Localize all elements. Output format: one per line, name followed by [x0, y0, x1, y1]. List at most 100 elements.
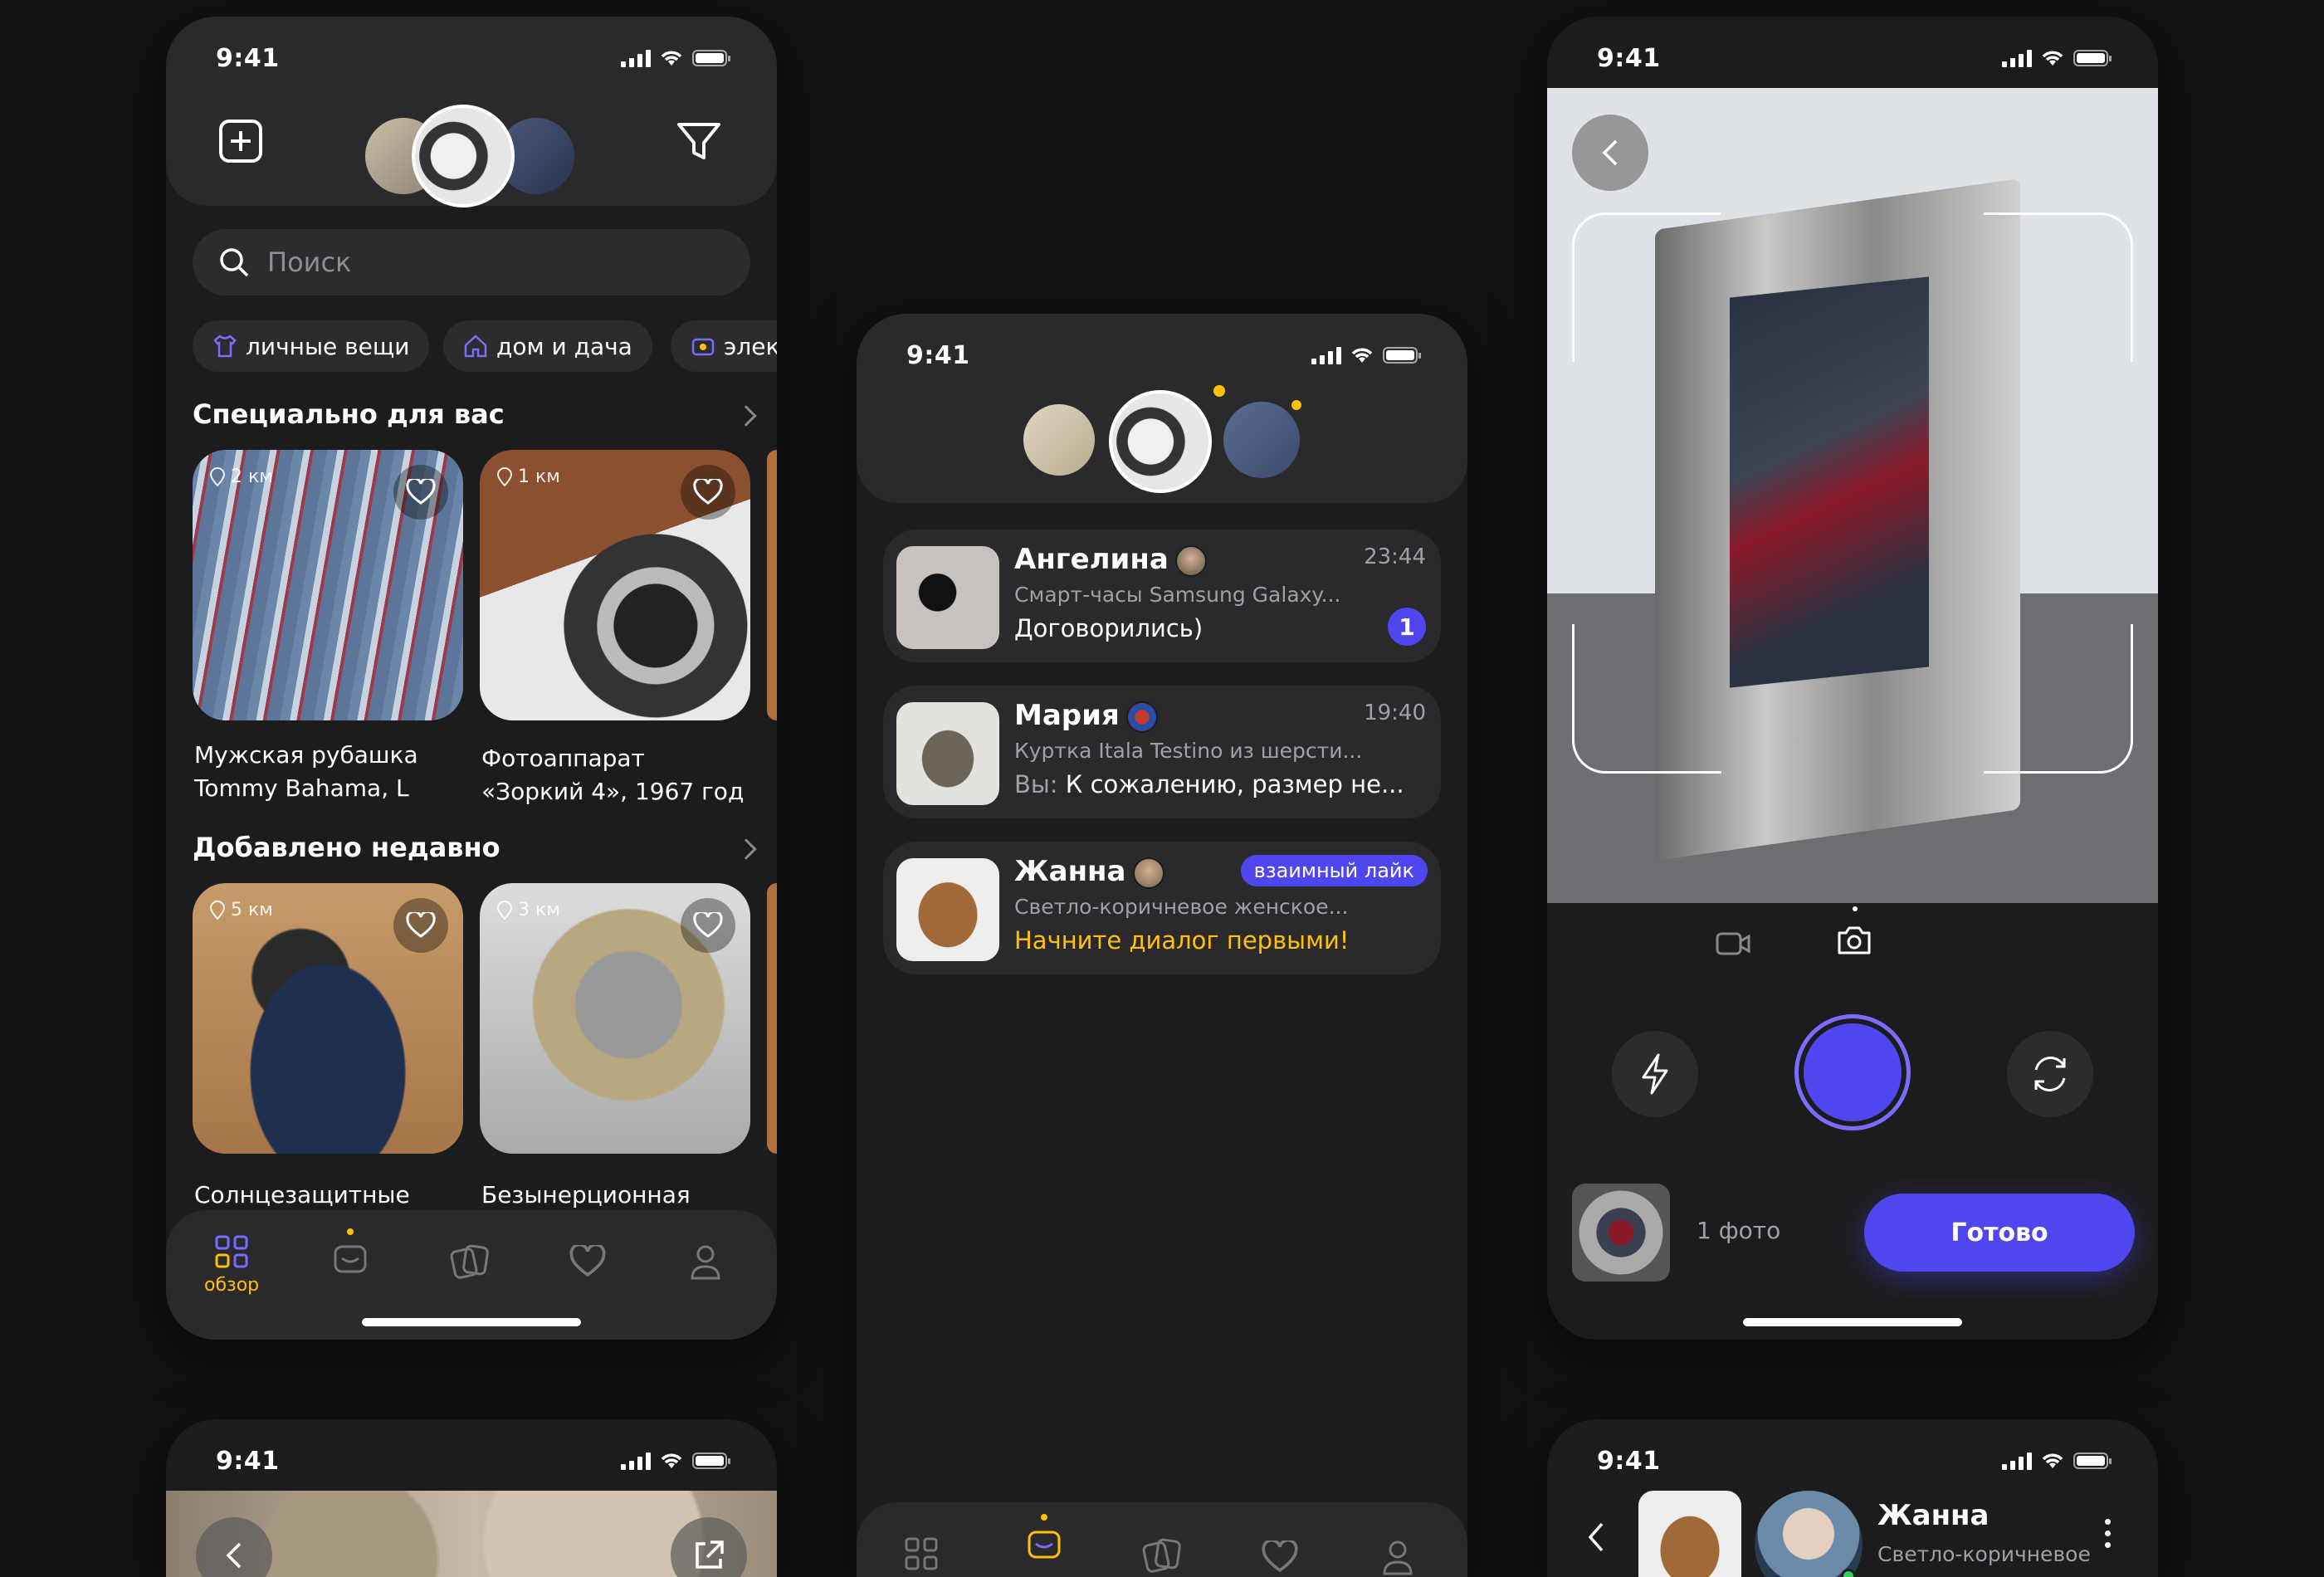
- tab-profile[interactable]: [689, 1243, 722, 1280]
- distance-label: 1 км: [496, 466, 560, 487]
- cards-icon[interactable]: [1140, 1537, 1184, 1574]
- wifi-icon: [2042, 51, 2063, 66]
- search-icon: [220, 248, 249, 277]
- stories-row[interactable]: [1021, 385, 1303, 493]
- chat-list-item[interactable]: Жанна взаимный лайк Светло-коричневое же…: [883, 842, 1441, 974]
- more-button[interactable]: [2105, 1519, 2111, 1548]
- chip-label: личные вещи: [246, 332, 410, 360]
- home-indicator: [1743, 1318, 1962, 1326]
- browse-screen: 9:41 Поиск личные вещи дом и дача элек С…: [166, 17, 777, 1340]
- story-thumb-active[interactable]: [412, 105, 515, 208]
- wifi-icon: [661, 1453, 682, 1468]
- product-title: Фотоаппарат «Зоркий 4», 1967 год: [481, 745, 745, 805]
- mode-video[interactable]: [1715, 930, 1751, 961]
- search-field[interactable]: Поиск: [193, 229, 750, 295]
- favorite-button[interactable]: [681, 898, 735, 953]
- chat-list-item[interactable]: Мария 19:40 Куртка Itala Testino из шерс…: [883, 686, 1441, 818]
- chip-label: элек: [724, 332, 777, 360]
- filter-icon: [677, 123, 720, 159]
- heart-icon[interactable]: [1262, 1540, 1298, 1574]
- chip-home[interactable]: дом и дача: [443, 320, 652, 372]
- inbox-icon[interactable]: [1026, 1526, 1062, 1562]
- story-thumb-active[interactable]: [1109, 390, 1212, 493]
- heart-icon: [569, 1245, 606, 1277]
- lightning-icon: [1642, 1053, 1668, 1095]
- chat-product-thumbnail[interactable]: [1638, 1491, 1741, 1577]
- favorite-button[interactable]: [393, 898, 448, 953]
- scan-frame: [1572, 212, 2133, 774]
- status-time: 9:41: [216, 1446, 280, 1476]
- signal-icon: [621, 1452, 651, 1470]
- video-camera-icon: [1716, 932, 1750, 955]
- camera-icon: [1838, 926, 1871, 954]
- product-card-image[interactable]: 5 км: [193, 883, 463, 1154]
- shutter-button[interactable]: [1794, 1014, 1911, 1130]
- location-pin-icon: [209, 466, 226, 487]
- location-pin-icon: [209, 900, 226, 920]
- grid-icon[interactable]: [903, 1536, 940, 1572]
- chevron-right-icon[interactable]: [735, 405, 757, 427]
- tab-swipe[interactable]: [448, 1243, 491, 1280]
- plus-square-icon: [219, 120, 262, 163]
- chat-screen: 9:41 Жанна Светло-коричневое женское пол…: [1547, 1419, 2158, 1577]
- grid-icon: [215, 1235, 248, 1268]
- favorite-button[interactable]: [681, 465, 735, 520]
- battery-icon: [1383, 347, 1421, 364]
- product-card-image-partial[interactable]: [767, 450, 777, 720]
- story-thumb[interactable]: [1223, 402, 1300, 478]
- back-button[interactable]: [1584, 1519, 1609, 1559]
- notification-dot: [1853, 906, 1858, 911]
- stories-row[interactable]: [365, 105, 581, 208]
- house-icon: [464, 334, 487, 358]
- camera-icon: [691, 338, 715, 356]
- notification-dot: [1291, 400, 1301, 410]
- distance-label: 2 км: [209, 466, 273, 487]
- heart-icon: [406, 912, 436, 938]
- cards-icon: [450, 1244, 489, 1279]
- search-placeholder: Поиск: [267, 247, 352, 278]
- chat-item-subject: Куртка Itala Testino из шерсти...: [1014, 739, 1363, 763]
- signal-icon: [2002, 1452, 2032, 1470]
- chat-product-subject: Светло-коричневое женское полупальто: [1877, 1542, 2107, 1577]
- chat-user-name: Жанна: [1877, 1499, 1990, 1532]
- avatar[interactable]: [1755, 1491, 1863, 1577]
- status-bar: 9:41: [1547, 17, 2158, 100]
- chat-item-last-message: Вы: К сожалению, размер не...: [1014, 770, 1404, 798]
- favorite-button[interactable]: [393, 465, 448, 520]
- user-icon: [691, 1245, 720, 1280]
- chip-electronics[interactable]: элек: [671, 320, 777, 372]
- flash-button[interactable]: [1612, 1031, 1698, 1117]
- chip-personal[interactable]: личные вещи: [193, 320, 430, 372]
- product-card-image[interactable]: 3 км: [480, 883, 750, 1154]
- switch-camera-button[interactable]: [2007, 1031, 2093, 1117]
- tab-bar: обзор: [166, 1210, 777, 1340]
- product-card-image-partial[interactable]: [767, 883, 777, 1154]
- chat-item-subject: Светло-коричневое женское...: [1014, 895, 1349, 919]
- back-button[interactable]: [1572, 115, 1648, 191]
- user-icon[interactable]: [1381, 1539, 1414, 1575]
- chat-item-thumbnail: [896, 546, 999, 649]
- messages-screen: 9:41 Ангелина 23:44 Смарт-часы Samsung G…: [857, 314, 1467, 1577]
- heart-icon: [693, 479, 723, 505]
- tab-messages[interactable]: [332, 1228, 369, 1277]
- done-button[interactable]: Готово: [1864, 1194, 2135, 1272]
- tab-browse[interactable]: обзор: [204, 1233, 259, 1296]
- battery-icon: [692, 1452, 730, 1469]
- mode-photo[interactable]: [1836, 923, 1872, 959]
- chevron-right-icon[interactable]: [735, 838, 757, 860]
- captured-thumbnail[interactable]: [1572, 1184, 1670, 1282]
- story-thumb[interactable]: [1021, 402, 1097, 478]
- signal-icon: [621, 49, 651, 67]
- status-bar: 9:41: [857, 314, 1467, 397]
- add-button[interactable]: [216, 116, 266, 166]
- heart-icon: [406, 479, 436, 505]
- product-card-image[interactable]: 2 км: [193, 450, 463, 720]
- tab-favorites[interactable]: [569, 1245, 606, 1278]
- battery-icon: [692, 50, 730, 66]
- filter-button[interactable]: [672, 115, 725, 168]
- chat-list-item[interactable]: Ангелина 23:44 Смарт-часы Samsung Galaxy…: [883, 530, 1441, 662]
- unread-badge: 1: [1388, 608, 1426, 646]
- more-dots-icon: [2105, 1519, 2111, 1548]
- chat-item-name: Мария: [1014, 699, 1158, 733]
- product-card-image[interactable]: 1 км: [480, 450, 750, 720]
